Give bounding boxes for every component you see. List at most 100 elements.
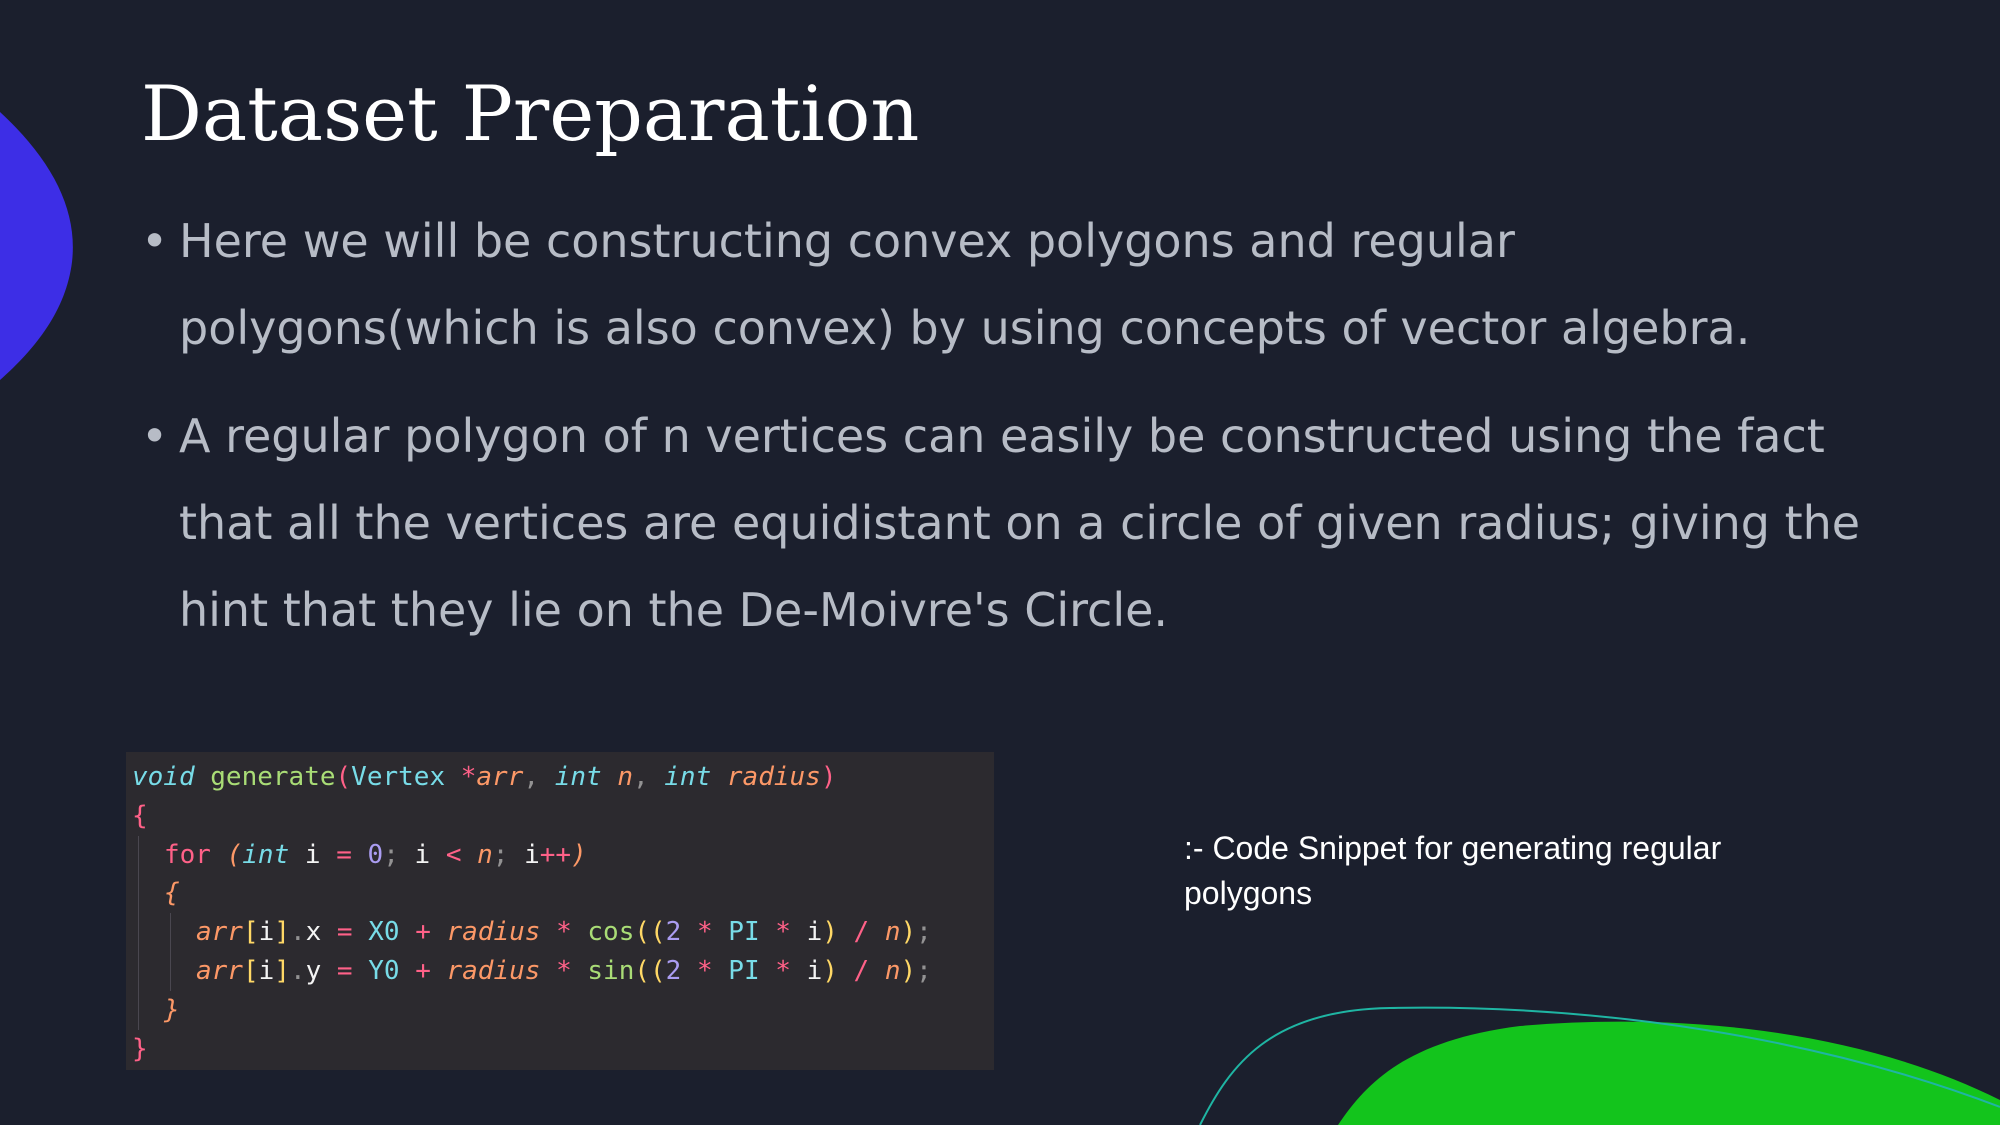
code-token: cos: [587, 917, 635, 948]
code-token: radius: [446, 955, 541, 986]
code-token: i: [524, 839, 540, 870]
code-token: n: [617, 762, 633, 792]
code-token: X0: [368, 917, 400, 948]
code-token: ): [820, 762, 837, 792]
code-caption: :- Code Snippet for generating regular p…: [1184, 830, 1722, 911]
code-token: PI: [728, 955, 760, 986]
code-token: ((: [634, 955, 666, 986]
code-token: for: [164, 839, 211, 870]
code-token: ((: [634, 917, 666, 948]
code-line: arr[i].x = X0 + radius * cos((2 * PI * i…: [132, 913, 994, 952]
indent-guide: [138, 990, 139, 1030]
code-line: arr[i].y = Y0 + radius * sin((2 * PI * i…: [132, 951, 994, 991]
code-token: int: [664, 762, 712, 792]
code-token: }: [164, 994, 180, 1025]
code-token: =: [336, 839, 352, 870]
code-token: .: [289, 917, 306, 948]
code-token: n: [884, 955, 901, 986]
code-token: radius: [446, 917, 541, 948]
code-token: ): [822, 955, 838, 986]
code-token: (: [226, 839, 243, 870]
code-token: *: [556, 955, 572, 986]
code-token: /: [853, 917, 870, 948]
code-token: int: [242, 839, 290, 870]
code-token: ;: [916, 955, 932, 986]
code-token: *: [696, 955, 713, 986]
bullet-item: • A regular polygon of n vertices can ea…: [141, 393, 1881, 654]
code-token: *: [775, 917, 791, 948]
code-token: generate: [210, 762, 336, 792]
code-line: for (int i = 0; i < n; i++): [132, 835, 994, 875]
code-token: ]: [274, 955, 290, 986]
code-token: ;: [916, 917, 932, 948]
code-token: ): [900, 917, 917, 948]
code-token: ): [900, 955, 917, 986]
bullet-item: • Here we will be constructing convex po…: [141, 198, 1881, 372]
indent-guide: [138, 874, 139, 914]
code-token: i: [304, 839, 321, 870]
indent-guide: [138, 951, 139, 991]
bullet-text: Here we will be constructing convex poly…: [179, 214, 1751, 355]
code-token: arr: [196, 917, 243, 948]
code-line: }: [132, 990, 994, 1030]
code-token: +: [415, 955, 431, 986]
code-line: {: [132, 797, 994, 836]
code-token: arr: [196, 955, 243, 986]
indent-guide: [170, 951, 171, 991]
code-token: ): [822, 917, 838, 948]
code-token: {: [164, 878, 180, 909]
code-token: ++: [539, 839, 572, 870]
code-line: void generate(Vertex *arr, int n, int ra…: [132, 758, 994, 797]
code-token: n: [884, 917, 901, 948]
code-token: i: [258, 955, 275, 986]
code-token: /: [853, 955, 870, 986]
code-line: {: [132, 874, 994, 914]
code-token: n: [477, 839, 493, 870]
code-token: void: [132, 762, 195, 792]
code-token: int: [554, 762, 602, 792]
code-token: PI: [728, 917, 760, 948]
code-token: ): [571, 839, 587, 870]
code-token: <: [445, 839, 462, 870]
code-token: *: [460, 762, 477, 792]
code-token: .: [289, 955, 306, 986]
code-token: Vertex: [351, 762, 446, 792]
indent-guide: [170, 913, 171, 952]
code-token: =: [336, 917, 353, 948]
code-snippet: void generate(Vertex *arr, int n, int ra…: [126, 752, 994, 1070]
code-token: Y0: [368, 955, 400, 986]
code-token: 0: [367, 839, 384, 870]
code-token: radius: [726, 762, 821, 792]
code-token: i: [806, 955, 823, 986]
bullet-list: • Here we will be constructing convex po…: [141, 198, 1881, 675]
slide-title: Dataset Preparation: [141, 69, 920, 158]
code-token: {: [132, 800, 148, 831]
indent-guide: [138, 913, 139, 952]
bullet-text: A regular polygon of n vertices can easi…: [179, 409, 1861, 637]
code-token: ]: [274, 917, 290, 948]
